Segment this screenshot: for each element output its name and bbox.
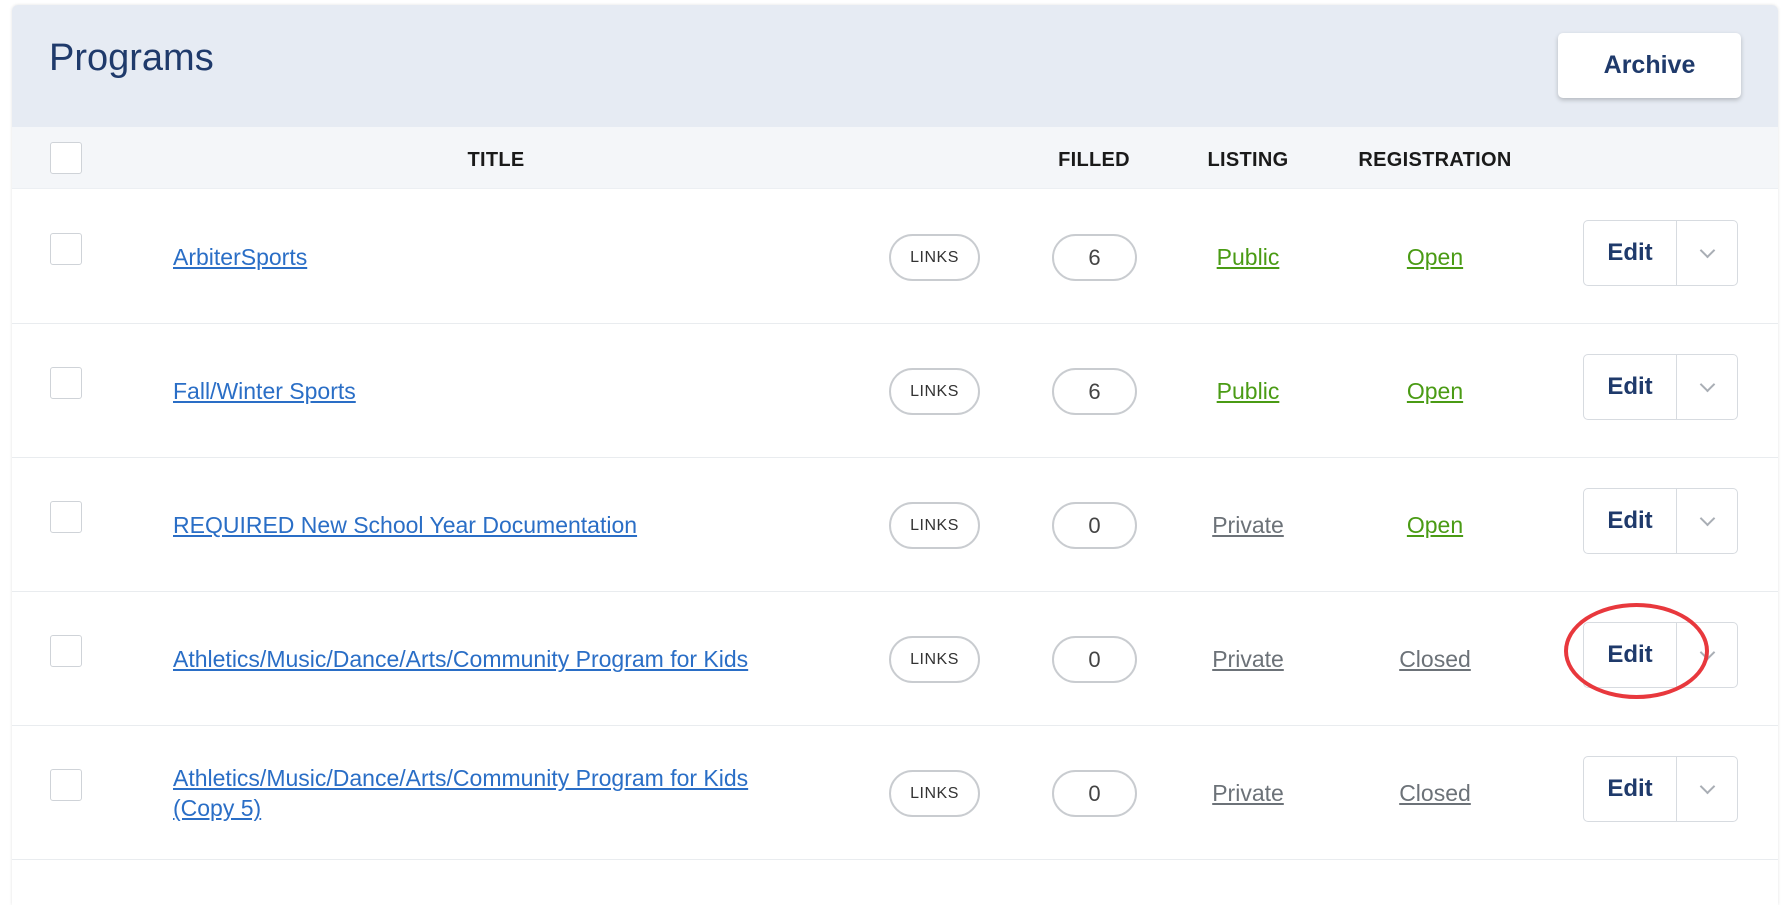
edit-button[interactable]: Edit <box>1584 355 1677 419</box>
row-checkbox[interactable] <box>50 367 82 399</box>
program-title-link[interactable]: Athletics/Music/Dance/Arts/Community Pro… <box>173 592 793 726</box>
edit-split-button: Edit <box>1583 756 1738 822</box>
registration-status-link[interactable]: Open <box>1407 324 1463 458</box>
chevron-down-icon <box>1699 510 1715 527</box>
edit-split-button: Edit <box>1583 622 1738 688</box>
program-title-link[interactable]: Athletics/Music/Dance/Arts/Community Pro… <box>173 726 793 860</box>
edit-dropdown-toggle[interactable] <box>1677 221 1737 285</box>
select-all-checkbox[interactable] <box>50 142 82 174</box>
program-title-link[interactable]: REQUIRED New School Year Documentation <box>173 458 793 592</box>
registration-status-link[interactable]: Open <box>1407 190 1463 324</box>
filled-count: 6 <box>1052 234 1137 281</box>
row-checkbox[interactable] <box>50 769 82 801</box>
row-checkbox[interactable] <box>50 233 82 265</box>
page-title: Programs <box>49 37 214 79</box>
column-header-registration: REGISTRATION <box>1358 149 1512 171</box>
filled-count: 0 <box>1052 770 1137 817</box>
column-header-listing: LISTING <box>1207 149 1289 171</box>
edit-split-button: Edit <box>1583 220 1738 286</box>
chevron-down-icon <box>1699 242 1715 259</box>
edit-split-button: Edit <box>1583 354 1738 420</box>
registration-status-link[interactable]: Closed <box>1399 726 1471 860</box>
edit-dropdown-toggle[interactable] <box>1677 757 1737 821</box>
table-row: Athletics/Music/Dance/Arts/Community Pro… <box>12 726 1778 860</box>
edit-dropdown-toggle[interactable] <box>1677 623 1737 687</box>
row-checkbox[interactable] <box>50 501 82 533</box>
links-button[interactable]: LINKS <box>889 636 980 683</box>
archive-button[interactable]: Archive <box>1558 33 1741 98</box>
edit-button[interactable]: Edit <box>1584 623 1677 687</box>
edit-split-button: Edit <box>1583 488 1738 554</box>
column-header-title: TITLE <box>467 149 525 171</box>
links-button[interactable]: LINKS <box>889 368 980 415</box>
chevron-down-icon <box>1699 376 1715 393</box>
table-row: Fall/Winter Sports LINKS 6 Public Open E… <box>12 324 1778 458</box>
row-checkbox[interactable] <box>50 635 82 667</box>
table-row: ArbiterSports LINKS 6 Public Open Edit <box>12 190 1778 324</box>
listing-status-link[interactable]: Private <box>1212 726 1284 860</box>
listing-status-link[interactable]: Public <box>1217 324 1280 458</box>
program-title-link[interactable]: Fall/Winter Sports <box>173 324 793 458</box>
programs-panel: Programs Archive TITLE FILLED LISTING RE… <box>12 5 1778 905</box>
edit-dropdown-toggle[interactable] <box>1677 489 1737 553</box>
table-row: REQUIRED New School Year Documentation L… <box>12 458 1778 592</box>
listing-status-link[interactable]: Private <box>1212 592 1284 726</box>
edit-dropdown-toggle[interactable] <box>1677 355 1737 419</box>
program-title-link[interactable]: ArbiterSports <box>173 190 793 324</box>
table-row: Athletics/Music/Dance/Arts/Community Pro… <box>12 592 1778 726</box>
filled-count: 0 <box>1052 502 1137 549</box>
listing-status-link[interactable]: Private <box>1212 458 1284 592</box>
registration-status-link[interactable]: Closed <box>1399 592 1471 726</box>
listing-status-link[interactable]: Public <box>1217 190 1280 324</box>
links-button[interactable]: LINKS <box>889 770 980 817</box>
edit-button[interactable]: Edit <box>1584 757 1677 821</box>
panel-header: Programs Archive <box>12 5 1778 127</box>
table-header: TITLE FILLED LISTING REGISTRATION <box>12 127 1778 189</box>
column-header-filled: FILLED <box>1058 149 1130 171</box>
registration-status-link[interactable]: Open <box>1407 458 1463 592</box>
edit-button[interactable]: Edit <box>1584 221 1677 285</box>
links-button[interactable]: LINKS <box>889 502 980 549</box>
edit-button[interactable]: Edit <box>1584 489 1677 553</box>
chevron-down-icon <box>1699 644 1715 661</box>
links-button[interactable]: LINKS <box>889 234 980 281</box>
filled-count: 0 <box>1052 636 1137 683</box>
chevron-down-icon <box>1699 778 1715 795</box>
filled-count: 6 <box>1052 368 1137 415</box>
